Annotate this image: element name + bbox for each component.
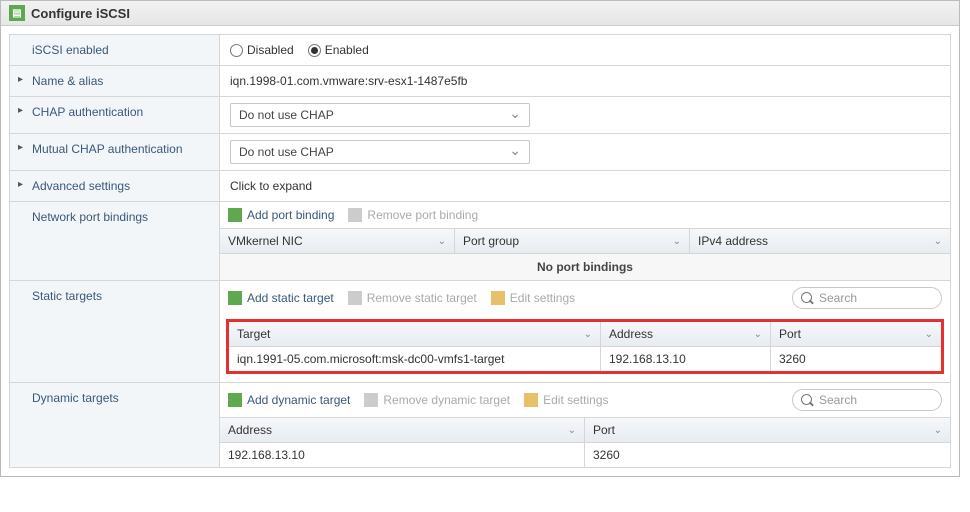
chevron-down-icon: ⌄ [673, 236, 681, 247]
table-row[interactable]: 192.168.13.10 3260 [220, 443, 950, 467]
advanced-expand-hint[interactable]: Click to expand [230, 179, 940, 193]
add-static-target-button[interactable]: Add static target [228, 291, 334, 305]
radio-enabled[interactable]: Enabled [308, 43, 369, 57]
select-mutual-chap[interactable]: Do not use CHAP [230, 140, 530, 164]
chevron-right-icon: ▸ [18, 179, 28, 190]
col-port[interactable]: Port⌄ [585, 418, 950, 442]
label-port-bindings: Network port bindings [10, 202, 220, 280]
remove-port-binding-button: Remove port binding [348, 208, 478, 222]
config-table: iSCSI enabled Disabled Enabled [9, 34, 951, 468]
pencil-icon [491, 291, 505, 305]
radio-icon [230, 44, 243, 57]
dialog-title: Configure iSCSI [31, 6, 130, 21]
row-mutual-chap-auth[interactable]: ▸ Mutual CHAP authentication [10, 134, 220, 170]
search-static-input[interactable]: Search [792, 287, 942, 309]
cell-address: 192.168.13.10 [609, 352, 686, 366]
label-static-targets: Static targets [10, 281, 220, 382]
col-address[interactable]: Address⌄ [220, 418, 585, 442]
row-name-alias[interactable]: ▸ Name & alias [10, 66, 220, 96]
remove-icon [364, 393, 378, 407]
chevron-down-icon: ⌄ [568, 425, 576, 436]
col-ipv4-address[interactable]: IPv4 address⌄ [690, 229, 950, 253]
add-icon [228, 208, 242, 222]
chevron-right-icon: ▸ [18, 74, 28, 85]
select-chap[interactable]: Do not use CHAP [230, 103, 530, 127]
iscsi-icon: ▤ [9, 5, 25, 21]
remove-icon [348, 291, 362, 305]
cell-target: iqn.1991-05.com.microsoft:msk-dc00-vmfs1… [237, 352, 504, 366]
chevron-down-icon: ⌄ [934, 236, 942, 247]
row-advanced-settings[interactable]: ▸ Advanced settings [10, 171, 220, 201]
add-dynamic-target-button[interactable]: Add dynamic target [228, 393, 350, 407]
chevron-down-icon: ⌄ [438, 236, 446, 247]
table-row[interactable]: iqn.1991-05.com.microsoft:msk-dc00-vmfs1… [229, 347, 941, 371]
cell-address: 192.168.13.10 [228, 448, 305, 462]
label-iscsi-enabled: iSCSI enabled [10, 35, 220, 65]
col-address[interactable]: Address⌄ [601, 322, 771, 346]
col-target[interactable]: Target⌄ [229, 322, 601, 346]
col-port[interactable]: Port⌄ [771, 322, 941, 346]
value-iqn-name: iqn.1998-01.com.vmware:srv-esx1-1487e5fb [230, 74, 940, 88]
chevron-down-icon: ⌄ [584, 329, 592, 340]
radio-checked-icon [308, 44, 321, 57]
chevron-right-icon: ▸ [18, 105, 28, 116]
col-vmkernel-nic[interactable]: VMkernel NIC⌄ [220, 229, 455, 253]
search-dynamic-input[interactable]: Search [792, 389, 942, 411]
cell-port: 3260 [779, 352, 806, 366]
cell-port: 3260 [593, 448, 620, 462]
add-port-binding-button[interactable]: Add port binding [228, 208, 334, 222]
chevron-right-icon: ▸ [18, 142, 28, 153]
edit-dynamic-target-button: Edit settings [524, 393, 608, 407]
radio-disabled[interactable]: Disabled [230, 43, 294, 57]
chevron-down-icon: ⌄ [754, 329, 762, 340]
label-dynamic-targets: Dynamic targets [10, 383, 220, 467]
edit-static-target-button: Edit settings [491, 291, 575, 305]
chevron-down-icon: ⌄ [934, 425, 942, 436]
static-targets-highlight: Target⌄ Address⌄ Port⌄ iqn.1991-05.com.m… [226, 319, 944, 374]
row-chap-auth[interactable]: ▸ CHAP authentication [10, 97, 220, 133]
configure-iscsi-dialog: ▤ Configure iSCSI iSCSI enabled Disabled [0, 0, 960, 477]
remove-icon [348, 208, 362, 222]
dialog-titlebar: ▤ Configure iSCSI [1, 1, 959, 26]
remove-static-target-button: Remove static target [348, 291, 477, 305]
empty-port-bindings: No port bindings [220, 254, 950, 280]
remove-dynamic-target-button: Remove dynamic target [364, 393, 510, 407]
col-port-group[interactable]: Port group⌄ [455, 229, 690, 253]
chevron-down-icon: ⌄ [925, 329, 933, 340]
pencil-icon [524, 393, 538, 407]
add-icon [228, 291, 242, 305]
add-icon [228, 393, 242, 407]
